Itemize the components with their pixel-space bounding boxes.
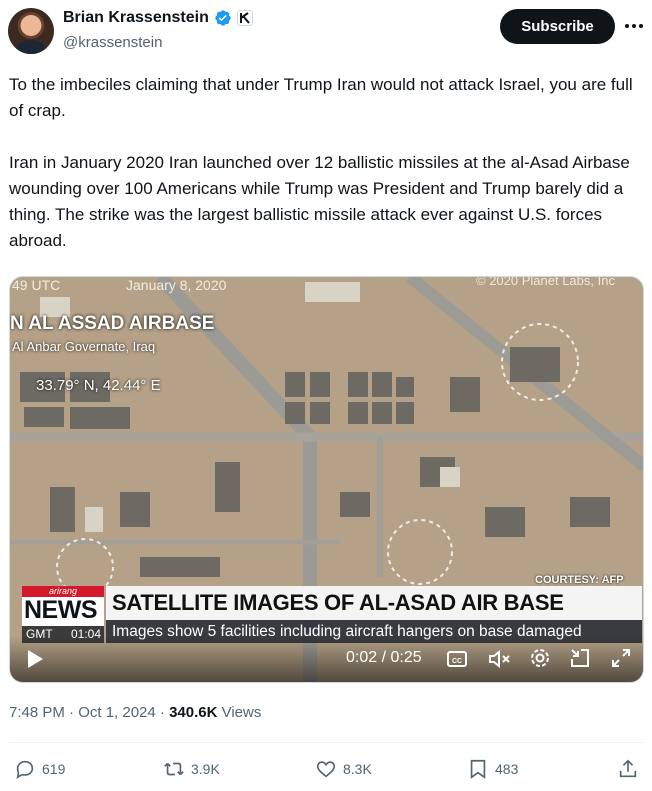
reply-count: 619 bbox=[42, 761, 66, 777]
heart-icon bbox=[316, 761, 336, 778]
news-word: NEWS bbox=[24, 596, 98, 624]
avatar[interactable] bbox=[8, 8, 54, 54]
bookmark-count: 483 bbox=[495, 761, 519, 777]
more-icon[interactable] bbox=[622, 14, 646, 38]
tweet-meta: 7:48 PM · Oct 1, 2024 · 340.6K Views bbox=[9, 704, 261, 721]
tweet-text: To the imbeciles claiming that under Tru… bbox=[9, 72, 639, 254]
share-button[interactable] bbox=[617, 758, 639, 780]
tweet-paragraph: To the imbeciles claiming that under Tru… bbox=[9, 75, 633, 120]
bookmark-icon bbox=[470, 759, 486, 779]
mute-icon[interactable] bbox=[488, 648, 512, 670]
tweet-header: Brian Krassenstein @krassenstein Subscri… bbox=[0, 0, 652, 62]
overlay-copyright: © 2020 Planet Labs, Inc bbox=[476, 276, 615, 288]
reply-button[interactable]: 619 bbox=[14, 758, 65, 780]
share-icon bbox=[619, 759, 637, 778]
affiliate-badge-icon[interactable] bbox=[236, 10, 253, 26]
video-player[interactable]: 49 UTC January 8, 2020 © 2020 Planet Lab… bbox=[9, 276, 644, 683]
subscribe-button[interactable]: Subscribe bbox=[500, 9, 615, 44]
author-handle[interactable]: @krassenstein bbox=[63, 34, 162, 51]
divider bbox=[9, 742, 643, 743]
news-headline: SATELLITE IMAGES OF AL-ASAD AIR BASE bbox=[106, 586, 642, 620]
bookmark-button[interactable]: 483 bbox=[467, 758, 518, 780]
tweet-paragraph: Iran in January 2020 Iran launched over … bbox=[9, 153, 630, 250]
play-icon[interactable] bbox=[24, 648, 46, 670]
author-display-name[interactable]: Brian Krassenstein bbox=[63, 9, 209, 27]
news-logo: arirang NEWS GMT 01:04 bbox=[22, 586, 104, 643]
video-controls: 0:02 / 0:25 CC bbox=[10, 636, 643, 682]
overlay-utc: 49 UTC bbox=[12, 277, 61, 293]
tweet-timestamp[interactable]: 7:48 PM · Oct 1, 2024 · bbox=[9, 704, 169, 721]
video-time: 0:02 / 0:25 bbox=[346, 649, 422, 666]
overlay-coordinates: 33.79° N, 42.44° E bbox=[36, 377, 161, 394]
repost-count: 3.9K bbox=[191, 761, 220, 777]
overlay-governate: Al Anbar Governate, Iraq bbox=[12, 339, 156, 354]
reply-icon bbox=[16, 760, 34, 779]
repost-button[interactable]: 3.9K bbox=[163, 758, 220, 780]
settings-icon[interactable] bbox=[529, 647, 551, 669]
svg-text:CC: CC bbox=[452, 658, 462, 665]
overlay-date: January 8, 2020 bbox=[126, 277, 227, 293]
overlay-airbase-name: N AL ASSAD AIRBASE bbox=[10, 313, 215, 334]
picture-in-picture-icon[interactable] bbox=[569, 647, 591, 669]
tweet-actions: 619 3.9K 8.3K 483 bbox=[0, 752, 652, 788]
like-count: 8.3K bbox=[343, 761, 372, 777]
like-button[interactable]: 8.3K bbox=[315, 758, 372, 780]
views-count: 340.6K bbox=[169, 704, 218, 721]
author-name-row: Brian Krassenstein bbox=[63, 9, 253, 27]
captions-icon[interactable]: CC bbox=[446, 648, 468, 670]
verified-badge-icon[interactable] bbox=[214, 9, 232, 27]
fullscreen-icon[interactable] bbox=[610, 647, 632, 669]
views-label: Views bbox=[217, 704, 262, 721]
repost-icon bbox=[164, 762, 184, 776]
